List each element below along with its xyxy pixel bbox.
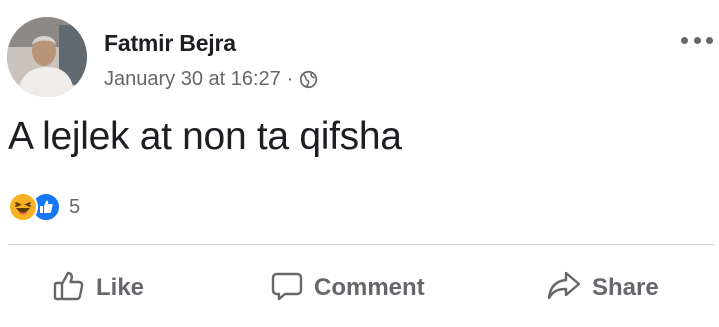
haha-reaction-icon xyxy=(8,192,38,222)
reactions-summary[interactable]: 5 xyxy=(8,192,80,222)
actions-divider xyxy=(8,244,714,245)
meta-separator: · xyxy=(286,68,294,90)
comment-label: Comment xyxy=(314,274,425,301)
post-actions-bar: Like Comment Share xyxy=(0,262,719,314)
thumbs-up-icon xyxy=(52,269,86,308)
comment-button[interactable]: Comment xyxy=(270,262,425,314)
post-meta: January 30 at 16:27 · xyxy=(104,68,318,91)
post-timestamp[interactable]: January 30 at 16:27 xyxy=(104,68,281,91)
more-options-icon[interactable] xyxy=(681,33,713,47)
share-label: Share xyxy=(592,274,659,301)
avatar-photo xyxy=(7,17,87,97)
post-text: A lejlek at non ta qifsha xyxy=(8,115,402,158)
author-name[interactable]: Fatmir Bejra xyxy=(104,30,236,57)
share-button[interactable]: Share xyxy=(546,262,659,314)
post-card: Fatmir Bejra January 30 at 16:27 · A lej… xyxy=(0,0,719,327)
like-button[interactable]: Like xyxy=(52,262,144,314)
like-label: Like xyxy=(96,274,145,301)
avatar[interactable] xyxy=(7,17,87,97)
share-arrow-icon xyxy=(546,269,582,308)
comment-icon xyxy=(270,269,304,308)
reaction-count: 5 xyxy=(69,195,81,218)
globe-icon xyxy=(299,70,318,89)
